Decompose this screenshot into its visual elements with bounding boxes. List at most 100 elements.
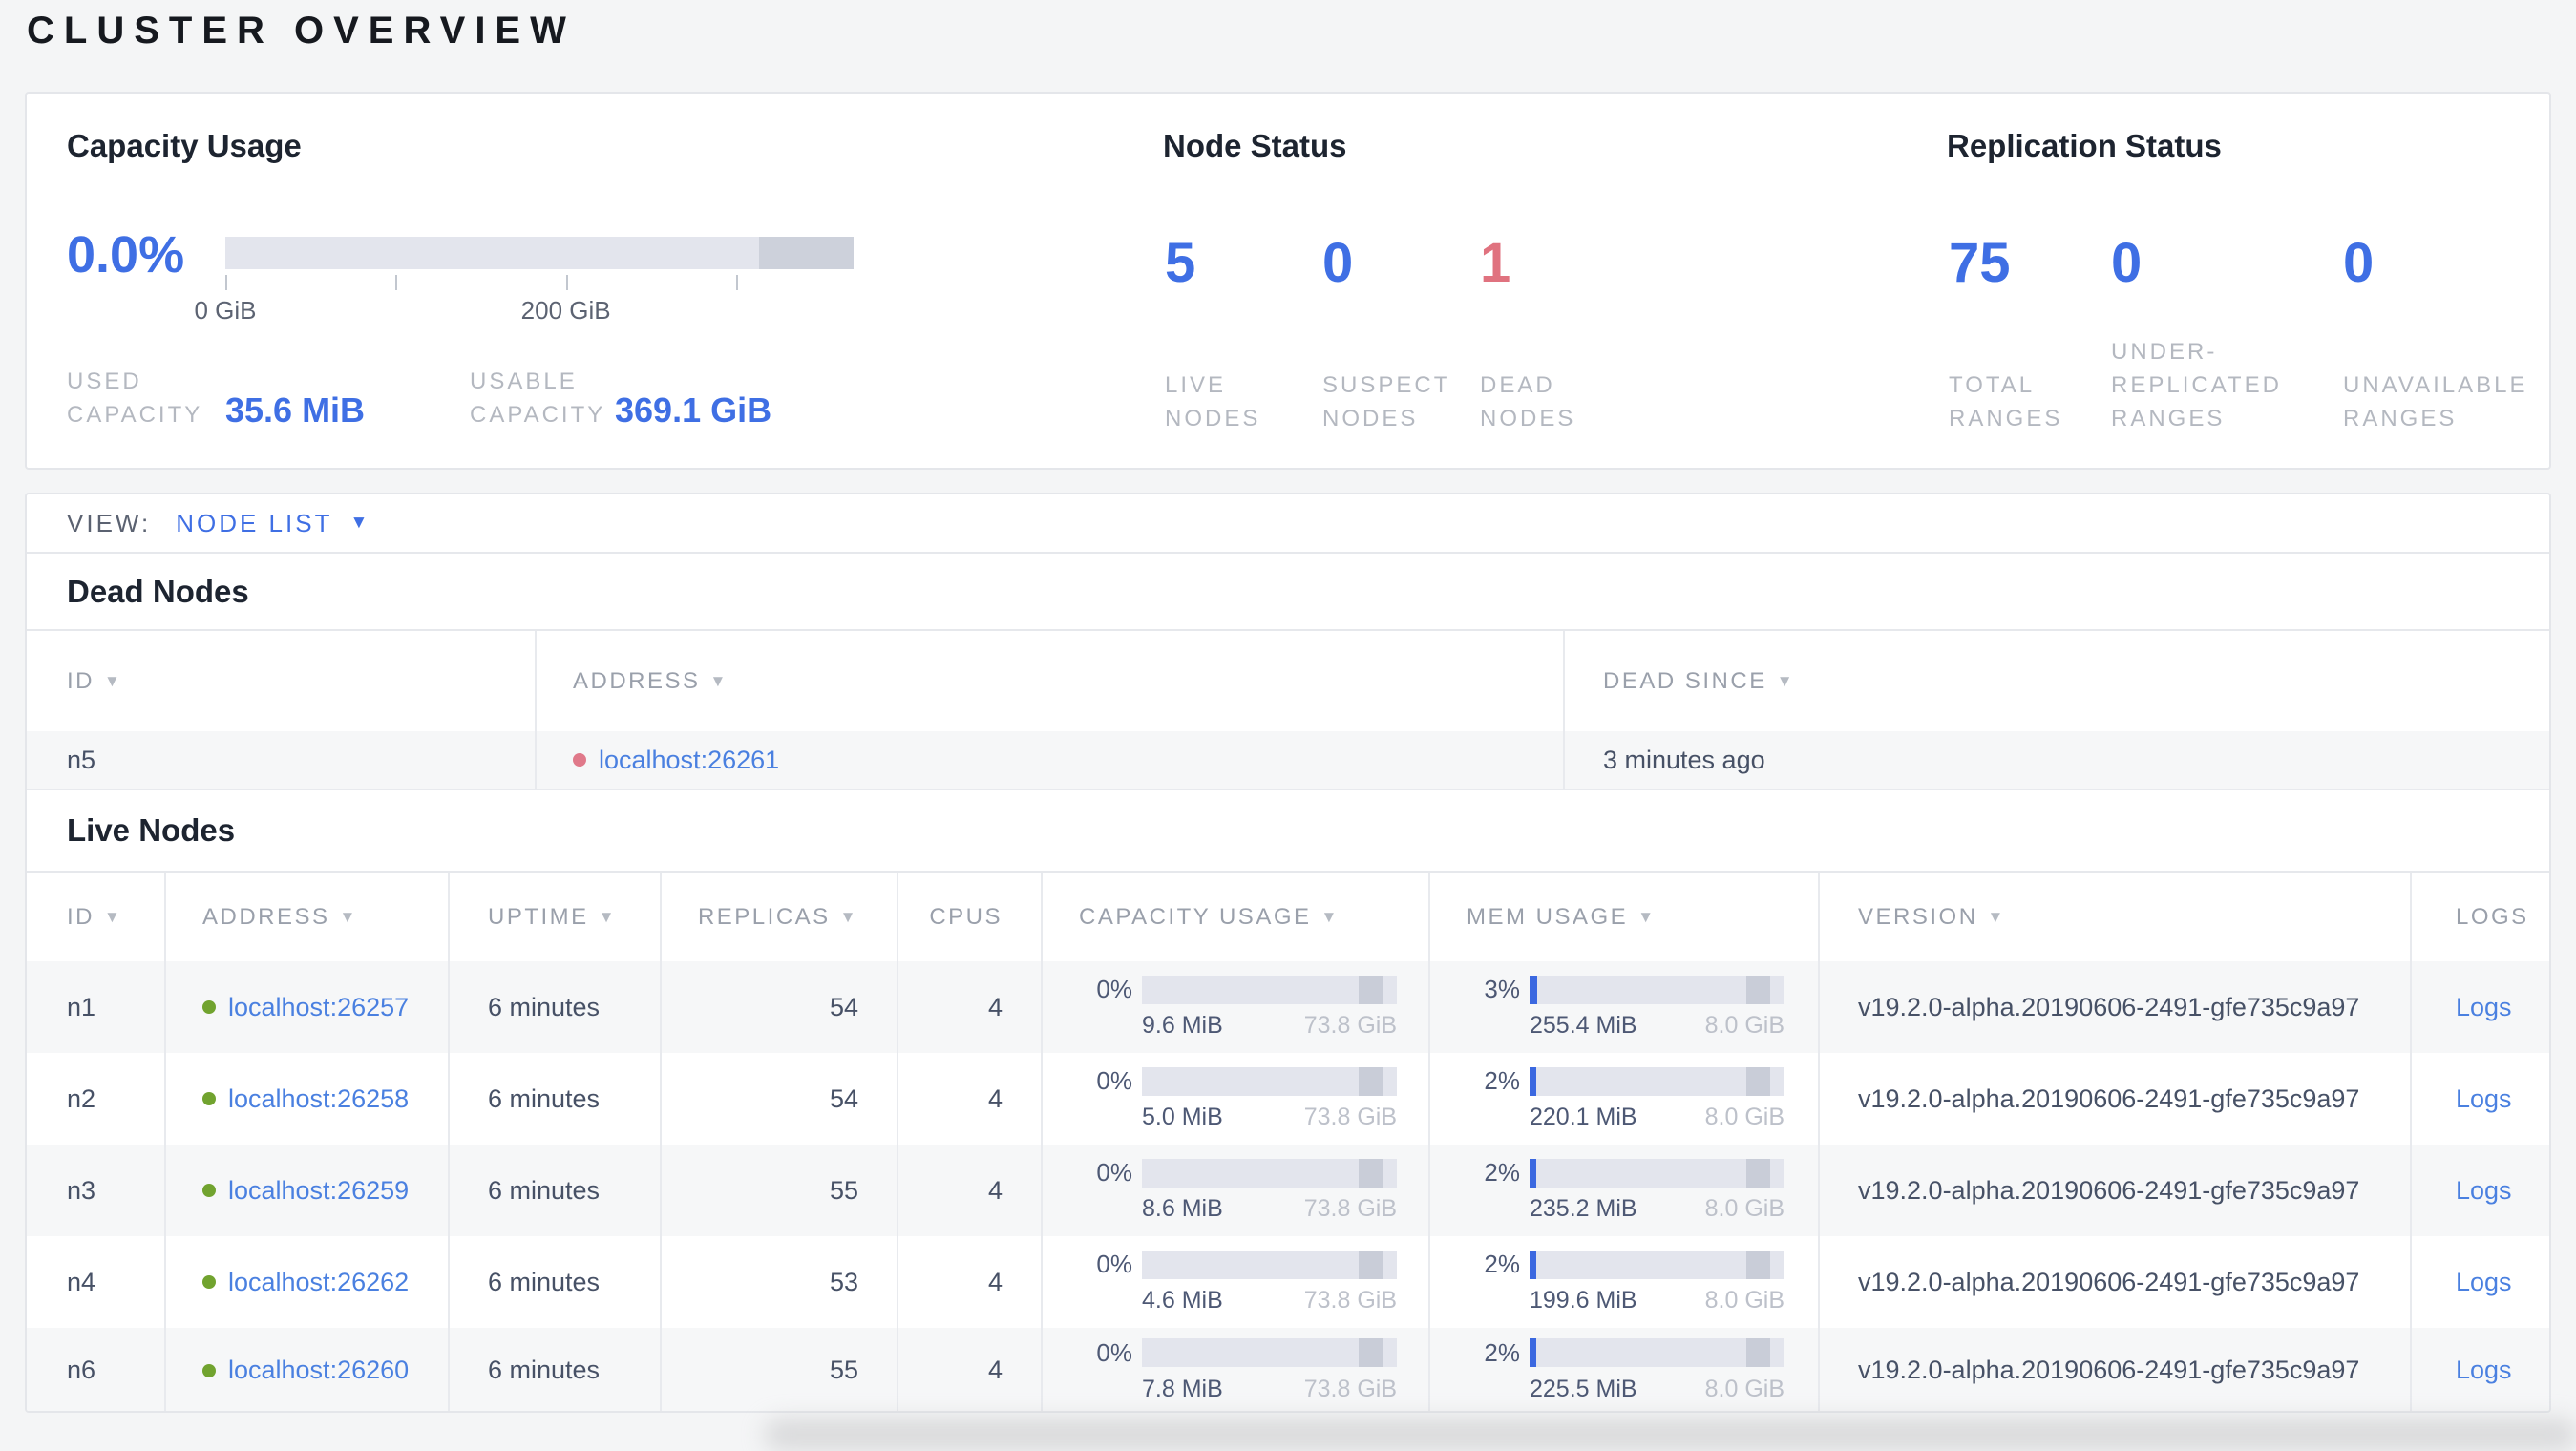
live-column-header-mem-usage[interactable]: MEM USAGE ▼ <box>1428 873 1818 961</box>
node-address-link[interactable]: localhost:26257 <box>228 993 409 1022</box>
column-label: ADDRESS <box>573 667 701 694</box>
capacity-total-value: 73.8 GiB <box>1303 1375 1397 1402</box>
capacity-used-value: 8.6 MiB <box>1142 1195 1223 1222</box>
live-column-header-id[interactable]: ID ▼ <box>27 873 164 961</box>
capacity-pct-label: 0% <box>1096 1337 1132 1367</box>
capacity-used-value: 5.0 MiB <box>1142 1104 1223 1130</box>
node-address-link[interactable]: localhost:26258 <box>228 1084 409 1114</box>
capacity-mini-bar <box>1142 975 1397 1004</box>
version-cell: v19.2.0-alpha.20190606-2491-gfe735c9a97 <box>1818 1328 2410 1411</box>
suspect-nodes-stat: 0 SUSPECT NODES <box>1322 233 1480 435</box>
capacity-pct-label: 0% <box>1096 1250 1132 1278</box>
capacity-pct-label: 0% <box>1096 1066 1132 1095</box>
live-column-header-address[interactable]: ADDRESS ▼ <box>164 873 448 961</box>
node-address-cell: localhost:26261 <box>535 731 1563 789</box>
replicas-cell: 54 <box>660 961 897 1053</box>
capacity-usage-cell: 0% 4.6 MiB 73.8 GiB <box>1041 1236 1428 1328</box>
dead-nodes-stat: 1 DEAD NODES <box>1480 233 1642 435</box>
usable-capacity-stat: USABLE CAPACITY 369.1 GiB <box>470 365 771 431</box>
capacity-bar-nonusable-segment <box>759 237 854 269</box>
column-label: ID <box>67 903 95 930</box>
cluster-summary-card: Capacity Usage 0.0% 0 GiB 200 GiB USED C… <box>25 92 2551 470</box>
mem-nonusable-segment <box>1745 1338 1771 1367</box>
node-address-link[interactable]: localhost:26260 <box>228 1356 409 1385</box>
live-column-header-version[interactable]: VERSION ▼ <box>1818 873 2410 961</box>
live-nodes-table-header: ID ▼ ADDRESS ▼ UPTIME ▼ REPLICAS ▼ CPUS … <box>27 871 2549 961</box>
total-ranges-label: TOTAL RANGES <box>1949 372 2063 431</box>
node-address-cell: localhost:26262 <box>164 1236 448 1328</box>
under-replicated-ranges-stat: 0 UNDER- REPLICATED RANGES <box>2111 233 2343 435</box>
capacity-mini-bar <box>1142 1338 1397 1367</box>
mem-total-value: 8.0 GiB <box>1704 1195 1784 1222</box>
live-node-row: n6 localhost:26260 6 minutes 55 4 0% 7.8… <box>27 1328 2549 1411</box>
mem-total-value: 8.0 GiB <box>1704 1104 1784 1130</box>
capacity-nonusable-segment <box>1358 1338 1383 1367</box>
live-nodes-stat: 5 LIVE NODES <box>1165 233 1322 435</box>
node-address-link[interactable]: localhost:26261 <box>599 746 779 775</box>
dead-column-header-id[interactable]: ID ▼ <box>27 631 535 731</box>
live-column-header-uptime[interactable]: UPTIME ▼ <box>448 873 660 961</box>
live-status-dot-icon <box>202 1275 216 1289</box>
dead-status-dot-icon <box>573 753 586 767</box>
capacity-nonusable-segment <box>1358 975 1383 1004</box>
node-id-cell: n6 <box>67 1356 96 1384</box>
mem-usage-cell: 2% 220.1 MiB 8.0 GiB <box>1428 1053 1818 1145</box>
cpus-cell: 4 <box>897 961 1041 1053</box>
mem-nonusable-segment <box>1745 975 1771 1004</box>
mem-used-fill <box>1530 1066 1536 1096</box>
live-column-header-cpus: CPUS <box>897 873 1041 961</box>
mem-mini-bar <box>1530 1338 1784 1367</box>
version-cell: v19.2.0-alpha.20190606-2491-gfe735c9a97 <box>1818 1053 2410 1145</box>
sort-caret-icon: ▼ <box>1776 671 1796 690</box>
capacity-nonusable-segment <box>1358 1158 1383 1188</box>
live-status-dot-icon <box>202 1184 216 1197</box>
live-nodes-label: LIVE NODES <box>1165 372 1261 431</box>
logs-cell: Logs <box>2410 961 2549 1053</box>
axis-tick <box>225 275 227 290</box>
sort-caret-icon: ▼ <box>839 907 858 926</box>
column-label: DEAD SINCE <box>1603 667 1767 694</box>
mem-pct-label: 2% <box>1484 1066 1520 1095</box>
capacity-used-value: 9.6 MiB <box>1142 1012 1223 1039</box>
node-id-cell: n3 <box>67 1175 96 1205</box>
logs-link[interactable]: Logs <box>2456 1176 2512 1206</box>
used-capacity-label: USED CAPACITY <box>67 368 203 428</box>
node-address-cell: localhost:26257 <box>164 961 448 1053</box>
axis-tick-label: 200 GiB <box>520 296 611 325</box>
node-status-heading: Node Status <box>1163 128 1347 163</box>
page-bottom-shadow <box>764 1419 2576 1451</box>
mem-used-value: 220.1 MiB <box>1530 1104 1637 1130</box>
live-nodes-heading: Live Nodes <box>67 812 236 848</box>
mem-used-fill <box>1530 975 1537 1004</box>
logs-link[interactable]: Logs <box>2456 1084 2512 1114</box>
logs-link[interactable]: Logs <box>2456 1356 2512 1385</box>
capacity-bar-track <box>225 237 854 269</box>
dead-column-header-dead-since[interactable]: DEAD SINCE ▼ <box>1563 631 2549 731</box>
mem-total-value: 8.0 GiB <box>1704 1375 1784 1402</box>
logs-link[interactable]: Logs <box>2456 1268 2512 1297</box>
live-column-header-capacity-usage[interactable]: CAPACITY USAGE ▼ <box>1041 873 1428 961</box>
mem-used-value: 235.2 MiB <box>1530 1195 1637 1222</box>
dead-node-row: n5 localhost:26261 3 minutes ago <box>27 731 2549 790</box>
logs-cell: Logs <box>2410 1328 2549 1411</box>
node-address-link[interactable]: localhost:26259 <box>228 1176 409 1206</box>
column-label: ADDRESS <box>202 903 330 930</box>
mem-mini-bar <box>1530 1066 1784 1096</box>
dead-column-header-address[interactable]: ADDRESS ▼ <box>535 631 1563 731</box>
cpus-cell: 4 <box>897 1236 1041 1328</box>
mem-used-value: 255.4 MiB <box>1530 1012 1637 1039</box>
column-label: MEM USAGE <box>1467 903 1629 930</box>
node-id-cell: n5 <box>67 745 96 774</box>
capacity-percent-value: 0.0% <box>67 226 185 284</box>
axis-tick-label: 0 GiB <box>194 296 257 325</box>
axis-tick <box>394 275 397 290</box>
node-address-link[interactable]: localhost:26262 <box>228 1268 409 1297</box>
mem-total-value: 8.0 GiB <box>1704 1012 1784 1039</box>
live-node-row: n1 localhost:26257 6 minutes 54 4 0% 9.6… <box>27 961 2549 1053</box>
live-column-header-replicas[interactable]: REPLICAS ▼ <box>660 873 897 961</box>
version-cell: v19.2.0-alpha.20190606-2491-gfe735c9a97 <box>1818 1145 2410 1236</box>
view-dropdown[interactable]: NODE LIST ▼ <box>176 509 370 538</box>
logs-link[interactable]: Logs <box>2456 993 2512 1022</box>
mem-used-fill <box>1530 1338 1536 1367</box>
view-dropdown-value[interactable]: NODE LIST <box>176 509 332 538</box>
